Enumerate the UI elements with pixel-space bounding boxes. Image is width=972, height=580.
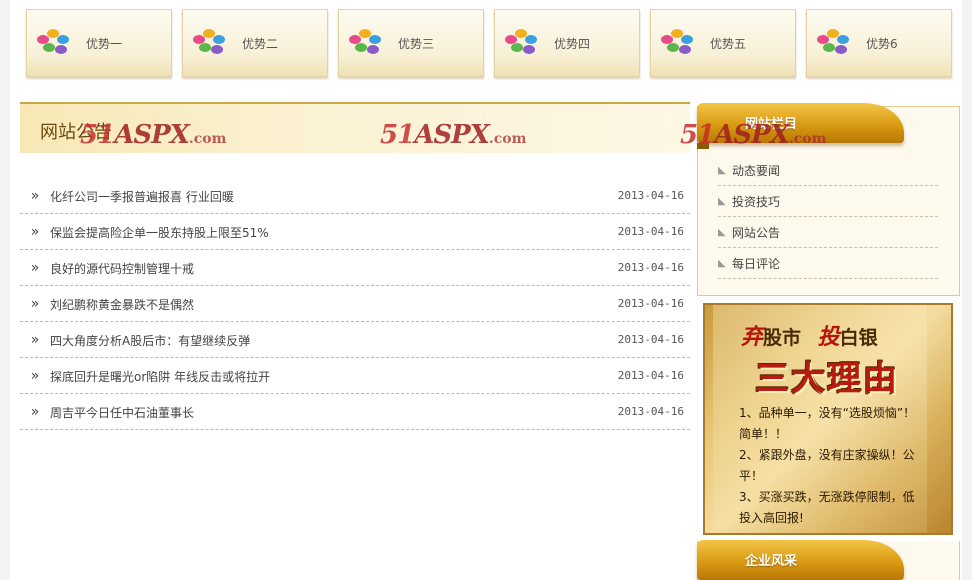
news-date: 2013-04-16 — [617, 225, 684, 238]
promo-reason: 1、品种单一，没有“选股烦恼”！简单！！ — [739, 406, 916, 441]
news-title-link[interactable]: 化纤公司一季报普遍报喜 行业回暖 — [50, 186, 610, 205]
news-date: 2013-04-16 — [617, 261, 684, 274]
double-chevron-right-icon: » — [30, 259, 40, 276]
list-item[interactable]: » 探底回升是曙光or陷阱 年线反击或将拉开 2013-04-16 — [20, 358, 690, 394]
promo-reason: 3、买涨买跌，无涨跌停限制，低投入高回报! — [739, 490, 915, 525]
sidebar-item-label: 投资技巧 — [732, 194, 781, 209]
advantage-card-5[interactable]: 优势五 — [650, 9, 796, 77]
advantage-row: 优势一 优势二 优势三 优势四 优势五 优势6 — [26, 9, 956, 77]
double-chevron-right-icon: » — [30, 295, 40, 312]
news-title-link[interactable]: 保监会提高险企单一股东持股上限至51% — [50, 222, 610, 241]
flower-icon — [345, 25, 385, 61]
sidebar-item-label: 每日评论 — [732, 256, 781, 271]
list-item[interactable]: » 保监会提高险企单一股东持股上限至51% 2013-04-16 — [20, 214, 690, 250]
sidebar-title-ribbon: 网站栏目 — [697, 103, 904, 149]
sidebar-title: 网站栏目 — [745, 117, 798, 132]
news-date: 2013-04-16 — [617, 297, 684, 310]
double-chevron-right-icon: » — [30, 403, 40, 420]
advantage-card-4[interactable]: 优势四 — [494, 9, 640, 77]
flower-icon — [813, 25, 853, 61]
advantage-label: 优势四 — [554, 36, 591, 51]
notice-title: 网站公告 — [40, 122, 112, 143]
sidebar-item-news[interactable]: ◣ 动态要闻 — [718, 155, 938, 186]
promo-reasons: 1、品种单一，没有“选股烦恼”！简单！！ 2、紧跟外盘，没有庄家操纵！公平！ 3… — [739, 403, 919, 529]
list-item[interactable]: » 四大角度分析A股后市：有望继续反弹 2013-04-16 — [20, 322, 690, 358]
advantage-label: 优势6 — [866, 36, 898, 51]
promo-banner[interactable]: 弃股市 投白银 三大理由 1、品种单一，没有“选股烦恼”！简单！！ 2、紧跟外盘… — [703, 303, 953, 535]
bullet-icon: ◣ — [718, 257, 726, 269]
list-item[interactable]: » 周吉平今日任中石油董事长 2013-04-16 — [20, 394, 690, 430]
list-item[interactable]: » 良好的源代码控制管理十戒 2013-04-16 — [20, 250, 690, 286]
news-title-link[interactable]: 良好的源代码控制管理十戒 — [50, 258, 610, 277]
double-chevron-right-icon: » — [30, 223, 40, 240]
category-list: ◣ 动态要闻 ◣ 投资技巧 ◣ 网站公告 ◣ 每日评论 — [718, 155, 938, 279]
sidebar-item-label: 动态要闻 — [732, 163, 781, 178]
news-date: 2013-04-16 — [617, 333, 684, 346]
news-date: 2013-04-16 — [617, 369, 684, 382]
advantage-label: 优势三 — [398, 36, 435, 51]
flower-icon — [33, 25, 73, 61]
gallery-title: 企业风采 — [745, 554, 798, 569]
flower-icon — [657, 25, 697, 61]
promo-reason: 2、紧跟外盘，没有庄家操纵！公平！ — [739, 448, 915, 483]
news-date: 2013-04-16 — [617, 189, 684, 202]
sidebar-item-label: 网站公告 — [732, 225, 781, 240]
sidebar-item-tips[interactable]: ◣ 投资技巧 — [718, 186, 938, 217]
bullet-icon: ◣ — [718, 195, 726, 207]
double-chevron-right-icon: » — [30, 187, 40, 204]
bullet-icon: ◣ — [718, 226, 726, 238]
list-item[interactable]: » 刘纪鹏称黄金暴跌不是偶然 2013-04-16 — [20, 286, 690, 322]
sidebar-item-comment[interactable]: ◣ 每日评论 — [718, 248, 938, 279]
news-title-link[interactable]: 四大角度分析A股后市：有望继续反弹 — [50, 330, 610, 349]
page-edge-right — [962, 0, 972, 580]
notice-header: 网站公告 — [20, 102, 690, 153]
news-title-link[interactable]: 刘纪鹏称黄金暴跌不是偶然 — [50, 294, 610, 313]
list-item[interactable]: » 化纤公司一季报普遍报喜 行业回暖 2013-04-16 — [20, 178, 690, 214]
advantage-card-3[interactable]: 优势三 — [338, 9, 484, 77]
advantage-card-1[interactable]: 优势一 — [26, 9, 172, 77]
double-chevron-right-icon: » — [30, 331, 40, 348]
bullet-icon: ◣ — [718, 164, 726, 176]
advantage-label: 优势五 — [710, 36, 747, 51]
sidebar-item-notice[interactable]: ◣ 网站公告 — [718, 217, 938, 248]
double-chevron-right-icon: » — [30, 367, 40, 384]
advantage-label: 优势一 — [86, 36, 123, 51]
page-edge-left — [0, 0, 10, 580]
advantage-card-2[interactable]: 优势二 — [182, 9, 328, 77]
news-title-link[interactable]: 探底回升是曙光or陷阱 年线反击或将拉开 — [50, 366, 610, 385]
notice-list: » 化纤公司一季报普遍报喜 行业回暖 2013-04-16 » 保监会提高险企单… — [20, 178, 690, 430]
promo-headline: 三大理由 — [755, 359, 899, 399]
news-date: 2013-04-16 — [617, 405, 684, 418]
flower-icon — [189, 25, 229, 61]
promo-slogan: 弃股市 投白银 — [741, 324, 878, 350]
advantage-card-6[interactable]: 优势6 — [806, 9, 952, 77]
news-title-link[interactable]: 周吉平今日任中石油董事长 — [50, 402, 610, 421]
gallery-title-ribbon: 企业风采 — [697, 540, 904, 580]
advantage-label: 优势二 — [242, 36, 279, 51]
flower-icon — [501, 25, 541, 61]
